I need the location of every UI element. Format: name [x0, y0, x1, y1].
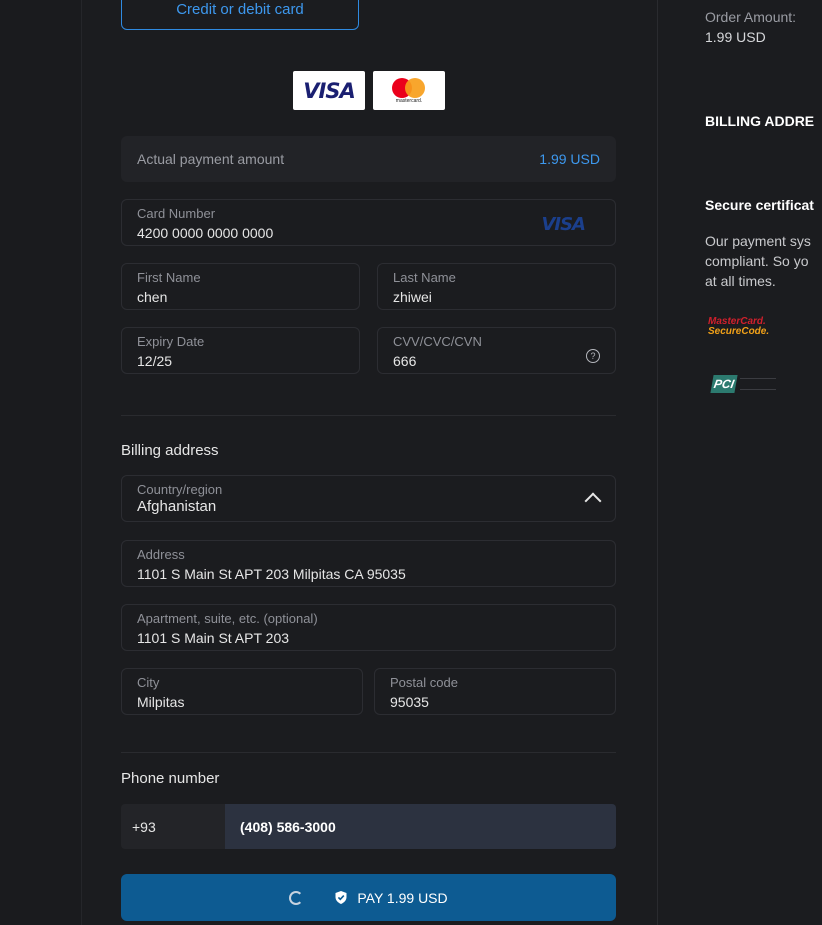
address-field[interactable]: Address 1101 S Main St APT 203 Milpitas …: [121, 540, 616, 587]
city-value: Milpitas: [137, 694, 185, 710]
phone-input-group: +93 (408) 586-3000: [121, 804, 616, 849]
billing-address-heading: BILLING ADDRE: [705, 113, 815, 129]
payment-amount-box: Actual payment amount 1.99 USD: [121, 136, 616, 182]
section-divider: [121, 415, 616, 416]
shield-check-icon: [335, 891, 347, 904]
order-amount-value: 1.99 USD: [705, 29, 766, 45]
loading-spinner-icon: [289, 890, 304, 905]
card-brand-visa-icon: VISA: [541, 214, 586, 235]
securecode-line2: SecureCode.: [708, 326, 770, 337]
mastercard-logo: mastercard.: [373, 71, 445, 110]
apartment-value: 1101 S Main St APT 203: [137, 630, 290, 646]
visa-logo: VISA: [293, 71, 365, 110]
last-name-value: zhiwei: [393, 289, 432, 305]
country-label: Country/region: [137, 482, 223, 497]
first-name-field[interactable]: First Name chen: [121, 263, 360, 310]
pay-button-label: PAY 1.99 USD: [357, 889, 448, 906]
country-value: Afghanistan: [137, 498, 217, 515]
city-field[interactable]: City Milpitas: [121, 668, 363, 715]
expiry-date-value: 12/25: [137, 353, 173, 369]
card-number-value: 4200 0000 0000 0000: [137, 225, 274, 241]
secure-text-line: compliant. So yo: [705, 253, 809, 269]
chevron-up-icon: [584, 492, 602, 510]
help-icon[interactable]: ?: [586, 349, 600, 363]
order-summary-panel: Order Amount: 1.99 USD BILLING ADDRE Sec…: [658, 0, 822, 925]
order-amount-label: Order Amount:: [705, 9, 797, 25]
left-gutter: [0, 0, 82, 925]
cvv-value: 666: [393, 353, 417, 369]
mastercard-caption: mastercard.: [395, 97, 423, 104]
expiry-date-field[interactable]: Expiry Date 12/25: [121, 327, 360, 374]
country-code-select[interactable]: +93: [121, 804, 225, 849]
last-name-field[interactable]: Last Name zhiwei: [377, 263, 616, 310]
city-label: City: [137, 675, 160, 690]
amount-value: 1.99 USD: [539, 151, 600, 167]
pay-button[interactable]: PAY 1.99 USD: [121, 874, 616, 921]
pci-compliance-logo: PCI: [710, 374, 782, 394]
country-select[interactable]: Country/region Afghanistan: [121, 475, 616, 522]
card-number-label: Card Number: [137, 206, 216, 221]
phone-number-input[interactable]: (408) 586-3000: [225, 804, 616, 849]
apartment-field[interactable]: Apartment, suite, etc. (optional) 1101 S…: [121, 604, 616, 651]
first-name-label: First Name: [137, 270, 201, 285]
cvv-label: CVV/CVC/CVN: [393, 334, 482, 349]
card-number-field[interactable]: Card Number 4200 0000 0000 0000 VISA: [121, 199, 616, 246]
mastercard-securecode-logo: MasterCard. SecureCode.: [708, 317, 769, 337]
expiry-date-label: Expiry Date: [137, 334, 205, 349]
first-name-value: chen: [137, 289, 168, 305]
address-label: Address: [137, 547, 185, 562]
phone-number-title: Phone number: [121, 770, 220, 787]
address-value: 1101 S Main St APT 203 Milpitas CA 95035: [137, 566, 406, 582]
secure-text-line: at all times.: [705, 273, 776, 289]
apartment-label: Apartment, suite, etc. (optional): [137, 611, 318, 626]
credit-card-method-button[interactable]: Credit or debit card: [121, 0, 359, 30]
cvv-field[interactable]: CVV/CVC/CVN 666 ?: [377, 327, 616, 374]
pci-badge: PCI: [710, 375, 738, 393]
last-name-label: Last Name: [393, 270, 456, 285]
secure-certificate-heading: Secure certificat: [705, 197, 814, 213]
visa-logo-text: VISA: [303, 78, 355, 103]
postal-code-value: 95035: [390, 694, 429, 710]
postal-code-field[interactable]: Postal code 95035: [374, 668, 616, 715]
secure-text-line: Our payment sys: [705, 233, 811, 249]
section-divider: [121, 752, 616, 753]
amount-label: Actual payment amount: [137, 151, 285, 167]
postal-code-label: Postal code: [390, 675, 458, 690]
billing-address-title: Billing address: [121, 442, 219, 459]
